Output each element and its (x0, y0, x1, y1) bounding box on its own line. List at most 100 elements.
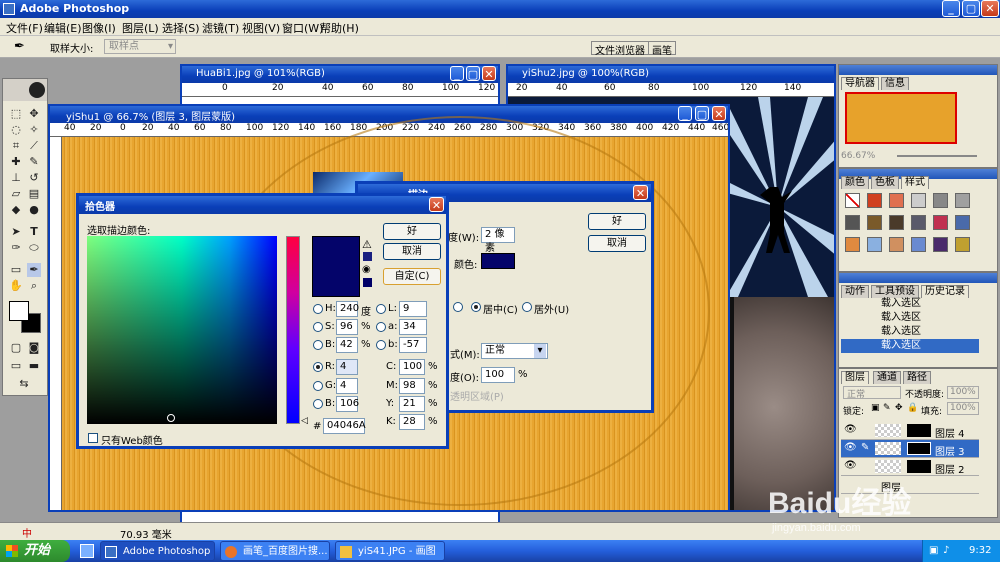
magenta-input[interactable]: 98 (399, 378, 425, 394)
web-safe-icon[interactable]: ◉ (362, 264, 371, 275)
tab-swatches[interactable]: 色板 (871, 176, 899, 189)
hue-slider[interactable] (286, 236, 300, 424)
tab-brushes[interactable]: 画笔 (648, 41, 676, 57)
color-picker-close-button[interactable]: ✕ (429, 197, 444, 212)
sample-size-select[interactable]: 取样点 ▾ (104, 39, 176, 54)
foreground-color-swatch[interactable] (9, 301, 29, 321)
lab-l-input[interactable]: 9 (399, 301, 427, 317)
style-swatch[interactable] (867, 193, 882, 208)
stroke-width-input[interactable]: 2 像素 (481, 227, 515, 254)
desktop-icon[interactable] (80, 544, 94, 558)
healing-brush-icon[interactable]: ✚ (9, 155, 23, 169)
style-swatch[interactable] (933, 215, 948, 230)
stroke-color-swatch[interactable] (481, 253, 515, 269)
yellow-input[interactable]: 21 (399, 396, 425, 412)
maximize-button[interactable]: ▢ (962, 0, 980, 17)
jump-to-imageready-icon[interactable]: ⇆ (17, 377, 31, 391)
navigator-zoom-slider[interactable] (897, 155, 977, 157)
panel-grip[interactable] (839, 273, 997, 283)
location-inside-radio[interactable] (453, 302, 463, 312)
red-input[interactable]: 4 (336, 359, 358, 375)
layer-row[interactable]: 👁 图层 4 (841, 422, 979, 440)
menu-file[interactable]: 文件(F) (6, 20, 43, 36)
style-swatch[interactable] (911, 237, 926, 252)
lock-transparency-icon[interactable]: ▣ (871, 403, 880, 413)
layer-blend-mode[interactable]: 正常 (843, 386, 901, 400)
slice-tool-icon[interactable]: ⟋ (27, 139, 41, 153)
doc-close-button[interactable]: ✕ (482, 66, 496, 81)
doc-minimize-button[interactable]: _ (450, 66, 464, 81)
tab-navigator[interactable]: 导航器 (841, 77, 879, 90)
taskbar-item-browser[interactable]: 画笔_百度图片搜... (220, 541, 330, 561)
brush-tool-icon[interactable]: ✎ (27, 155, 41, 169)
adobe-eye-icon[interactable] (29, 82, 45, 98)
fill-input[interactable]: 100% (947, 402, 979, 415)
color-picker-titlebar[interactable]: 拾色器 ✕ (79, 196, 446, 214)
lab-b-input[interactable]: -57 (399, 337, 427, 353)
menu-window[interactable]: 窗口(W) (282, 20, 323, 36)
panel-grip[interactable] (839, 65, 997, 75)
notes-tool-icon[interactable]: ▭ (9, 263, 23, 277)
ime-indicator[interactable]: 中 (22, 525, 32, 540)
tab-file-browser[interactable]: 文件浏览器 (591, 41, 649, 57)
style-swatch[interactable] (845, 215, 860, 230)
stroke-ok-button[interactable]: 好 (588, 213, 646, 230)
fullscreen-mode-icon[interactable]: ▬ (27, 359, 41, 373)
network-icon[interactable]: ▣ (929, 545, 938, 556)
eyedropper-tool-icon[interactable]: ✒ (27, 263, 41, 277)
tab-styles[interactable]: 样式 (901, 176, 929, 189)
history-brush-icon[interactable]: ↺ (27, 171, 41, 185)
style-swatch[interactable] (955, 193, 970, 208)
volume-icon[interactable]: ♪ (943, 545, 949, 556)
green-radio[interactable] (313, 381, 323, 391)
style-swatch[interactable] (933, 237, 948, 252)
pen-tool-icon[interactable]: ✑ (9, 241, 23, 255)
lab-a-radio[interactable] (376, 322, 386, 332)
screen-mode-icon[interactable]: ▭ (9, 359, 23, 373)
crop-tool-icon[interactable]: ⌗ (9, 139, 23, 153)
quick-mask-icon[interactable]: ◙ (27, 341, 41, 355)
eraser-tool-icon[interactable]: ▱ (9, 187, 23, 201)
path-select-icon[interactable]: ➤ (9, 225, 23, 239)
blue-radio[interactable] (313, 399, 323, 409)
navigator-zoom[interactable]: 66.67% (841, 151, 875, 161)
dodge-tool-icon[interactable]: ● (27, 203, 41, 217)
stroke-close-button[interactable]: ✕ (633, 185, 648, 200)
shape-tool-icon[interactable]: ⬭ (27, 241, 41, 255)
picker-ok-button[interactable]: 好 (383, 223, 441, 240)
color-field[interactable] (87, 236, 277, 424)
menu-filter[interactable]: 滤镜(T) (202, 20, 239, 36)
start-button[interactable]: 开始 (0, 540, 70, 562)
menu-select[interactable]: 选择(S) (162, 20, 200, 36)
style-swatch[interactable] (867, 215, 882, 230)
lock-paint-icon[interactable]: ✎ (883, 403, 891, 413)
visibility-eye-icon[interactable]: 👁 (844, 442, 857, 453)
lock-move-icon[interactable]: ✥ (895, 403, 903, 413)
style-swatch[interactable] (955, 215, 970, 230)
menu-image[interactable]: 图像(I) (82, 20, 116, 36)
layer-opacity-input[interactable]: 100% (947, 386, 979, 399)
web-only-checkbox[interactable] (88, 433, 98, 443)
saturation-input[interactable]: 96 (336, 319, 358, 335)
doc-titlebar-yishu2[interactable]: yiShu2.jpg @ 100%(RGB) (508, 66, 834, 83)
minimize-button[interactable]: _ (942, 0, 960, 17)
history-item[interactable]: 载入选区 (841, 297, 979, 311)
style-swatch[interactable] (955, 237, 970, 252)
tab-info[interactable]: 信息 (881, 77, 909, 90)
zoom-tool-icon[interactable]: ⌕ (27, 279, 41, 293)
black-input[interactable]: 28 (399, 414, 425, 430)
cyan-input[interactable]: 100 (399, 359, 425, 375)
menu-layer[interactable]: 图层(L) (122, 20, 159, 36)
history-item[interactable]: 载入选区 (841, 325, 979, 339)
lock-all-icon[interactable]: 🔒 (907, 403, 918, 413)
menu-view[interactable]: 视图(V) (242, 20, 280, 36)
style-swatch-none[interactable] (845, 193, 860, 208)
doc-titlebar-yishu1[interactable]: yiShu1 @ 66.7% (图层 3, 图层蒙版) _ ▢ ✕ (50, 106, 728, 123)
layer-row[interactable]: 👁 图层 2 (841, 458, 979, 476)
hue-input[interactable]: 240 (336, 301, 359, 317)
gamut-warning-icon[interactable]: ⚠ (362, 238, 372, 251)
saturation-radio[interactable] (313, 322, 323, 332)
taskbar-item-photoshop[interactable]: Adobe Photoshop (100, 541, 215, 561)
style-swatch[interactable] (867, 237, 882, 252)
style-swatch[interactable] (889, 193, 904, 208)
